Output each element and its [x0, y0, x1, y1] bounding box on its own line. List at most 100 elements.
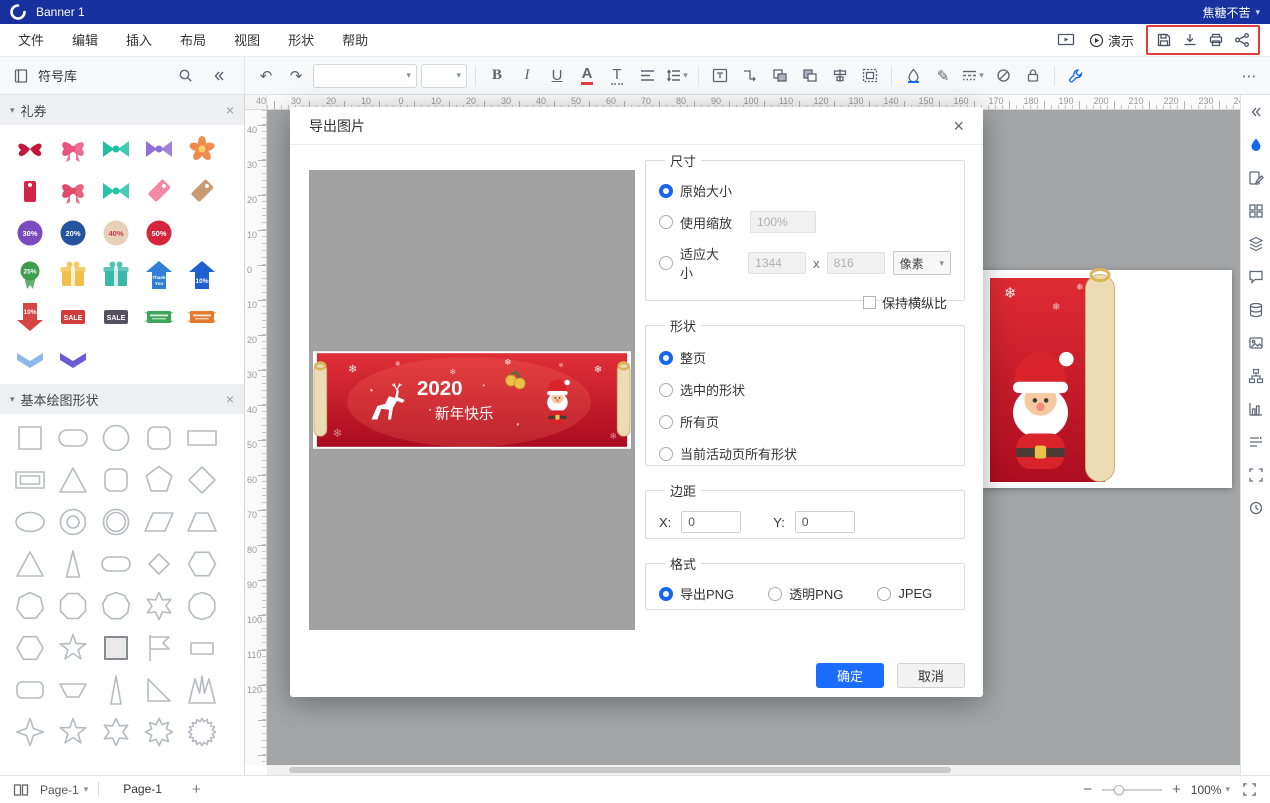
- menu-edit[interactable]: 编辑: [58, 24, 112, 57]
- canvas-scroll-roller[interactable]: [1085, 274, 1115, 482]
- shape-trapezoid[interactable]: [180, 501, 223, 543]
- radio-selected-shapes[interactable]: [659, 383, 673, 397]
- text-box-button[interactable]: [707, 63, 733, 89]
- menu-insert[interactable]: 插入: [112, 24, 166, 57]
- voucher-tag-icon[interactable]: [180, 170, 223, 212]
- voucher-badge-icon[interactable]: 30%: [8, 212, 51, 254]
- align-text-button[interactable]: [634, 63, 660, 89]
- fit-screen-icon[interactable]: [1247, 466, 1265, 484]
- shape-donut[interactable]: [51, 501, 94, 543]
- collapse-left-panel-icon[interactable]: [206, 63, 232, 89]
- shape-thin-triangle[interactable]: [51, 543, 94, 585]
- font-color-button[interactable]: A: [574, 63, 600, 89]
- shape-heptagon[interactable]: [8, 585, 51, 627]
- more-button[interactable]: ⋯: [1236, 63, 1262, 89]
- scale-input[interactable]: [750, 211, 816, 233]
- voucher-rosette-icon[interactable]: 25%: [8, 254, 51, 296]
- zoom-slider[interactable]: [1102, 789, 1162, 791]
- radio-active-page-shapes[interactable]: [659, 447, 673, 461]
- align-shapes-button[interactable]: [827, 63, 853, 89]
- line-spacing-button[interactable]: ▾: [664, 63, 690, 89]
- close-section-icon[interactable]: ×: [226, 391, 234, 407]
- shape-tall-triangle[interactable]: [94, 669, 137, 711]
- save-icon[interactable]: [1153, 29, 1175, 51]
- tools-button[interactable]: [1063, 63, 1089, 89]
- shape-pentagon[interactable]: [137, 459, 180, 501]
- zoom-out-button[interactable]: −: [1083, 781, 1092, 798]
- margin-x-input[interactable]: [681, 511, 741, 533]
- shape-right-triangle[interactable]: [137, 669, 180, 711]
- shape-round-rect[interactable]: [51, 417, 94, 459]
- menu-layout[interactable]: 布局: [166, 24, 220, 57]
- pen-button[interactable]: ✎: [930, 63, 956, 89]
- horizontal-scrollbar[interactable]: [267, 765, 1240, 775]
- layers-icon[interactable]: [1247, 235, 1265, 253]
- shape-flag[interactable]: [137, 627, 180, 669]
- voucher-ribbon-icon[interactable]: [51, 170, 94, 212]
- shape-nonagon[interactable]: [94, 585, 137, 627]
- underline-button[interactable]: U: [544, 63, 570, 89]
- shape-small-rect[interactable]: [180, 627, 223, 669]
- send-backward-button[interactable]: [797, 63, 823, 89]
- voucher-tag-icon[interactable]: [137, 170, 180, 212]
- shape-diamond-small[interactable]: [137, 543, 180, 585]
- shape-framed-rect[interactable]: [8, 459, 51, 501]
- shape-star5[interactable]: [51, 711, 94, 753]
- shape-stadium[interactable]: [94, 543, 137, 585]
- data-icon[interactable]: [1247, 301, 1265, 319]
- radio-original-size[interactable]: [659, 184, 673, 198]
- line-style-button[interactable]: ▾: [960, 63, 986, 89]
- radio-whole-page[interactable]: [659, 351, 673, 365]
- menu-help[interactable]: 帮助: [328, 24, 382, 57]
- shape-crown[interactable]: [180, 669, 223, 711]
- radio-jpeg[interactable]: [877, 587, 891, 601]
- voucher-flower-icon[interactable]: [180, 128, 223, 170]
- voucher-saletag-icon[interactable]: SALE: [94, 296, 137, 338]
- cancel-button[interactable]: 取消: [897, 663, 965, 688]
- margin-y-input[interactable]: [795, 511, 855, 533]
- group-button[interactable]: [857, 63, 883, 89]
- close-section-icon[interactable]: ×: [226, 102, 234, 118]
- menu-shape[interactable]: 形状: [274, 24, 328, 57]
- shape-octagon[interactable]: [51, 585, 94, 627]
- shape-star6[interactable]: [94, 711, 137, 753]
- scrollbar-thumb[interactable]: [289, 767, 951, 773]
- org-chart-icon[interactable]: [1247, 367, 1265, 385]
- dialog-close-button[interactable]: ×: [953, 117, 964, 135]
- voucher-gift-icon[interactable]: [94, 254, 137, 296]
- voucher-bow-icon[interactable]: [137, 128, 180, 170]
- voucher-saletag-icon[interactable]: SALE: [51, 296, 94, 338]
- shape-star5[interactable]: [51, 627, 94, 669]
- download-icon[interactable]: [1179, 29, 1201, 51]
- page-setup-icon[interactable]: [1247, 169, 1265, 187]
- shape-round-square[interactable]: [94, 459, 137, 501]
- canvas-page[interactable]: ❄ ❄ ❄: [983, 270, 1232, 488]
- image-icon[interactable]: [1247, 334, 1265, 352]
- voucher-ribbon-icon[interactable]: [51, 128, 94, 170]
- section-header-basic-shapes[interactable]: ▾ 基本绘图形状 ×: [0, 384, 244, 414]
- shape-rounded-hexagon[interactable]: [8, 627, 51, 669]
- bring-forward-button[interactable]: [767, 63, 793, 89]
- unit-select[interactable]: 像素 ▾: [893, 251, 951, 275]
- shape-triangle[interactable]: [8, 543, 51, 585]
- page-selector[interactable]: Page-1 ▾: [40, 783, 88, 797]
- voucher-chevron-icon[interactable]: [8, 338, 51, 380]
- radio-export-png[interactable]: [659, 587, 673, 601]
- shape-parallelogram[interactable]: [137, 501, 180, 543]
- comment-icon[interactable]: [1247, 268, 1265, 286]
- ok-button[interactable]: 确定: [816, 663, 884, 688]
- voucher-badge-icon[interactable]: 40%: [94, 212, 137, 254]
- voucher-arrowup-icon[interactable]: ThankYou: [137, 254, 180, 296]
- connector-button[interactable]: [737, 63, 763, 89]
- font-family-select[interactable]: ▾: [313, 64, 417, 88]
- fill-color-button[interactable]: [900, 63, 926, 89]
- voucher-banner-icon[interactable]: [180, 296, 223, 338]
- voucher-banner-icon[interactable]: [137, 296, 180, 338]
- voucher-arrowdown-icon[interactable]: 10%: [8, 296, 51, 338]
- shape-star6[interactable]: [137, 585, 180, 627]
- shape-circle[interactable]: [94, 417, 137, 459]
- shape-square[interactable]: [8, 417, 51, 459]
- shape-ellipse[interactable]: [8, 501, 51, 543]
- search-icon[interactable]: [172, 63, 198, 89]
- menu-view[interactable]: 视图: [220, 24, 274, 57]
